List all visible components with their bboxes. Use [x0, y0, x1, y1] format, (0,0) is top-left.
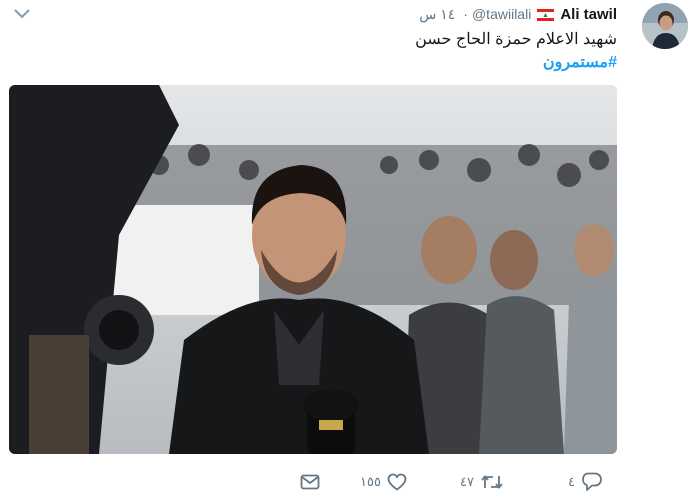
like-count: ١٥٥ [360, 474, 381, 489]
avatar[interactable] [642, 3, 688, 49]
lebanon-flag-icon [537, 8, 555, 21]
like-icon [387, 473, 407, 491]
reply-button[interactable]: ٤ [568, 470, 603, 494]
tweet-timestamp[interactable]: ١٤ س [419, 6, 455, 23]
tweet-photo[interactable] [9, 85, 617, 454]
hashtag-link[interactable]: #مستمرون [543, 52, 617, 72]
retweet-icon [480, 473, 504, 491]
chevron-down-icon[interactable] [12, 6, 32, 22]
tweet-text: شهيد الاعلام حمزة الحاج حسن [415, 31, 617, 48]
author-name[interactable]: Ali tawil [560, 6, 617, 23]
author-handle[interactable]: @tawiilali [472, 6, 531, 22]
reply-count: ٤ [568, 474, 575, 489]
separator-dot: · [463, 6, 468, 22]
direct-message-icon [300, 474, 320, 490]
like-button[interactable]: ١٥٥ [360, 470, 407, 494]
tweet-header: ١٤ س · @tawiilali Ali tawil [419, 4, 617, 24]
retweet-count: ٤٧ [460, 474, 474, 489]
direct-message-button[interactable] [300, 470, 320, 494]
retweet-button[interactable]: ٤٧ [460, 470, 504, 494]
reply-icon [581, 472, 603, 492]
tweet-actions: ١٥٥ ٤٧ ٤ [300, 470, 620, 494]
